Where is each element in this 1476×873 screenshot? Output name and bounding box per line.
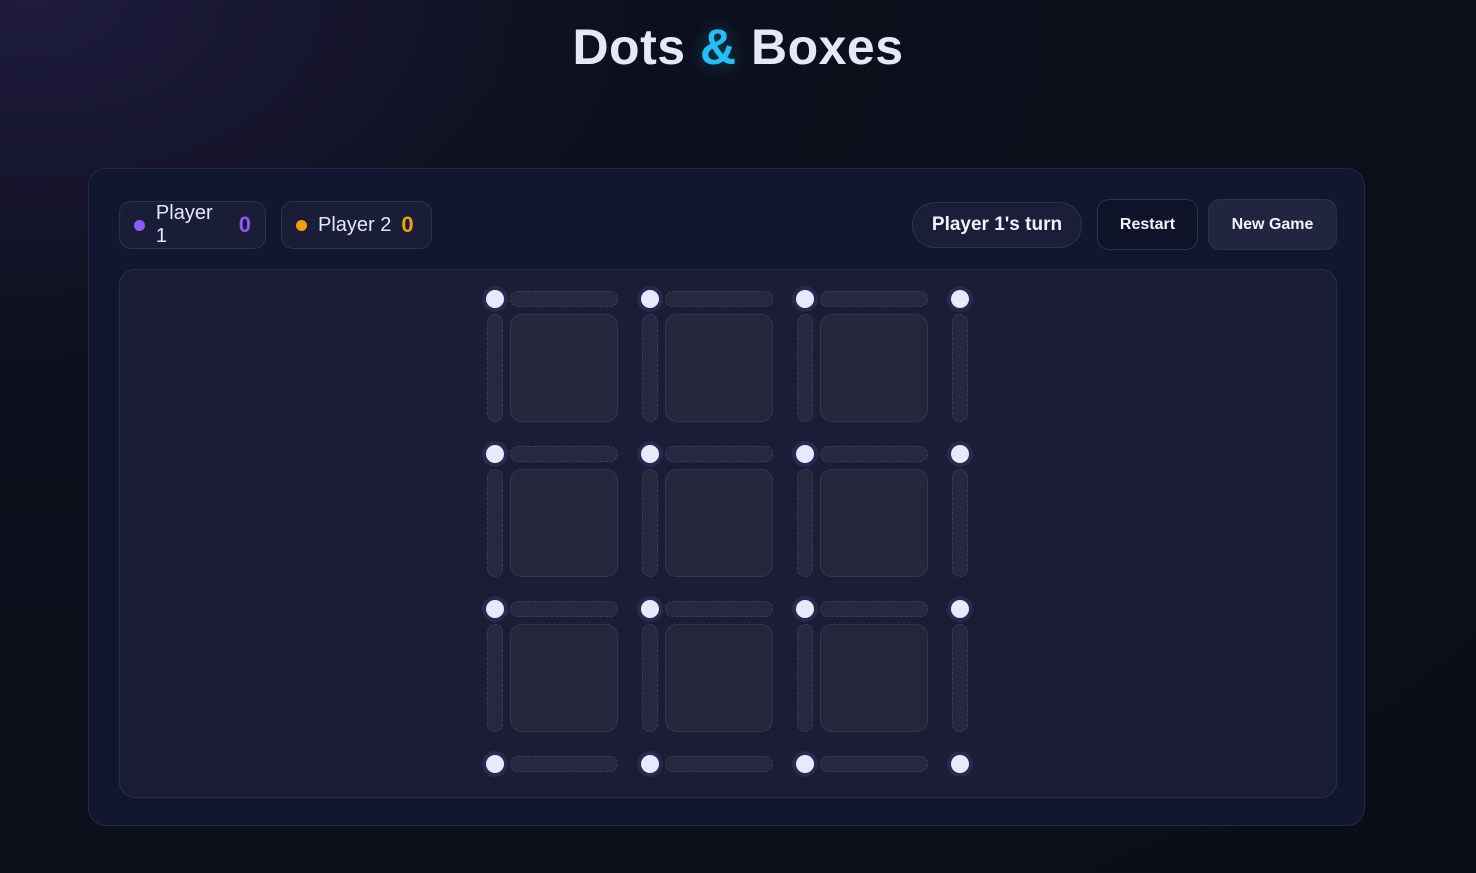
horizontal-line[interactable] <box>510 291 618 307</box>
vertical-line[interactable] <box>642 314 658 422</box>
restart-button[interactable]: Restart <box>1097 199 1198 250</box>
vertical-line[interactable] <box>952 469 968 577</box>
box-cell <box>820 624 928 732</box>
page-title: Dots & Boxes <box>0 18 1476 76</box>
new-game-button[interactable]: New Game <box>1208 199 1337 250</box>
box-cell <box>665 469 773 577</box>
vertical-line[interactable] <box>797 314 813 422</box>
player-1-name: Player 1 <box>155 202 213 247</box>
horizontal-line[interactable] <box>665 601 773 617</box>
horizontal-line[interactable] <box>820 601 928 617</box>
grid-dot <box>641 445 659 463</box>
grid-dot <box>486 755 504 773</box>
box-cell <box>665 624 773 732</box>
player-1-color-dot <box>134 219 145 231</box>
grid-dot <box>796 600 814 618</box>
grid-dot <box>796 445 814 463</box>
grid-dot <box>951 445 969 463</box>
grid-dot <box>486 445 504 463</box>
box-cell <box>510 314 618 422</box>
title-ampersand: & <box>699 19 737 75</box>
player-1-score: 0 <box>238 212 251 237</box>
grid-dot <box>951 600 969 618</box>
horizontal-line[interactable] <box>665 756 773 772</box>
grid-dot <box>951 290 969 308</box>
horizontal-line[interactable] <box>665 446 773 462</box>
grid-dot <box>641 290 659 308</box>
horizontal-line[interactable] <box>510 601 618 617</box>
grid-dot <box>796 290 814 308</box>
player-2-color-dot <box>296 219 307 231</box>
box-cell <box>510 469 618 577</box>
vertical-line[interactable] <box>642 624 658 732</box>
grid-dot <box>951 755 969 773</box>
title-boxes: Boxes <box>750 19 904 75</box>
grid-dot <box>796 755 814 773</box>
vertical-line[interactable] <box>952 314 968 422</box>
vertical-line[interactable] <box>952 624 968 732</box>
game-panel: Player 1 0 Player 2 0 Player 1's turn Re… <box>88 168 1365 826</box>
game-board <box>119 269 1337 798</box>
box-cell <box>820 469 928 577</box>
horizontal-line[interactable] <box>510 446 618 462</box>
dot-grid <box>486 290 976 780</box>
grid-dot <box>641 755 659 773</box>
box-cell <box>820 314 928 422</box>
vertical-line[interactable] <box>642 469 658 577</box>
box-cell <box>665 314 773 422</box>
horizontal-line[interactable] <box>820 446 928 462</box>
horizontal-line[interactable] <box>665 291 773 307</box>
player-2-score-card: Player 2 0 <box>281 201 432 249</box>
grid-dot <box>641 600 659 618</box>
player-1-score-card: Player 1 0 <box>119 201 266 249</box>
horizontal-line[interactable] <box>820 291 928 307</box>
player-2-name: Player 2 <box>318 213 392 236</box>
box-cell <box>510 624 618 732</box>
vertical-line[interactable] <box>797 469 813 577</box>
title-dots: Dots <box>572 19 686 75</box>
turn-indicator: Player 1's turn <box>912 202 1082 248</box>
grid-dot <box>486 600 504 618</box>
vertical-line[interactable] <box>797 624 813 732</box>
horizontal-line[interactable] <box>820 756 928 772</box>
player-2-score: 0 <box>401 212 414 237</box>
grid-dot <box>486 290 504 308</box>
vertical-line[interactable] <box>487 314 503 422</box>
horizontal-line[interactable] <box>510 756 618 772</box>
vertical-line[interactable] <box>487 469 503 577</box>
vertical-line[interactable] <box>487 624 503 732</box>
